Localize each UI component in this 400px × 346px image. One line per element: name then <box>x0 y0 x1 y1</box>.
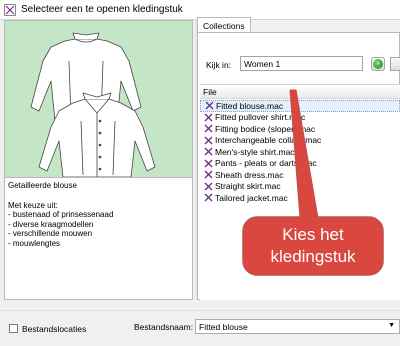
chevron-down-icon: ▼ <box>388 322 395 329</box>
filename-label: Bestandsnaam: <box>134 322 194 332</box>
callout-line-2: kledingstuk <box>270 247 356 266</box>
callout-line-1: Kies het <box>282 225 344 244</box>
file-locations-checkbox[interactable] <box>9 324 18 333</box>
callout-pointer <box>289 89 319 219</box>
callout-text: Kies het kledingstuk <box>242 216 384 276</box>
filename-value: Fitted blouse <box>199 322 248 332</box>
filename-select[interactable]: Fitted blouse ▼ <box>195 319 400 334</box>
bottom-bar: Bestandslocaties Bestandsnaam: Fitted bl… <box>0 310 400 346</box>
file-locations-label: Bestandslocaties <box>22 324 87 334</box>
